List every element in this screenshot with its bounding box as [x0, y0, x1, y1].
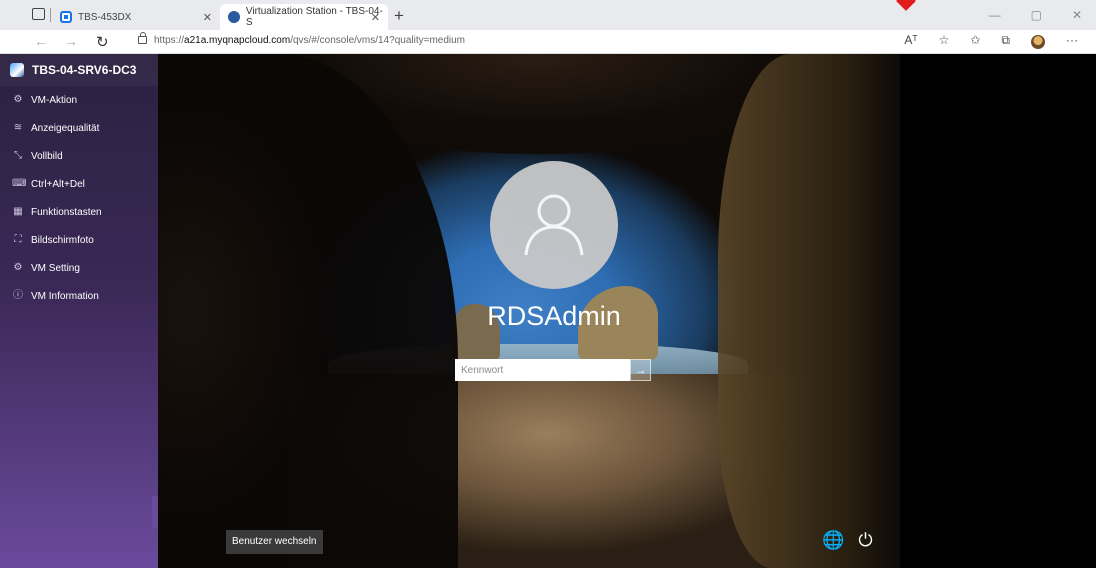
- tab-title: Virtualization Station - TBS-04-S: [245, 6, 383, 28]
- url-prefix: https://: [154, 35, 185, 46]
- forward-icon[interactable]: →: [64, 33, 78, 49]
- add-favorite-icon[interactable]: ☆: [939, 33, 950, 49]
- screenshot-icon: ⛶: [14, 234, 22, 245]
- vm-icon: [10, 63, 24, 77]
- restore-icon[interactable]: ▢: [1031, 8, 1042, 22]
- sidebar-item-label: Ctrl+Alt+Del: [31, 178, 85, 190]
- sidebar-item-vm-information[interactable]: ⓘ VM Information: [0, 282, 158, 310]
- power-icon[interactable]: ⏻: [858, 530, 872, 551]
- collections-icon[interactable]: ⧉: [1001, 33, 1010, 49]
- tab-actions-icon[interactable]: [32, 8, 45, 20]
- sidebar-item-label: Anzeigequalität: [31, 122, 100, 134]
- url-host: a21a.myqnapcloud.com: [184, 35, 291, 46]
- vm-console-screen[interactable]: RDSAdmin → Benutzer wechseln 🌐 ⏻: [158, 54, 900, 568]
- back-icon[interactable]: ←: [34, 33, 48, 49]
- window-controls: — ▢ ✕: [989, 8, 1082, 22]
- sidebar-item-ctrl-alt-del[interactable]: ⌨ Ctrl+Alt+Del: [0, 170, 158, 198]
- vm-header: TBS-04-SRV6-DC3: [0, 54, 158, 86]
- reload-icon[interactable]: ↻: [96, 33, 109, 51]
- close-window-icon[interactable]: ✕: [1072, 8, 1082, 22]
- browser-toolbar: Aᵀ ☆ ✩ ⧉ ···: [904, 33, 1078, 49]
- address-bar: ← → ↻ https://a21a.myqnapcloud.com/qvs/#…: [0, 30, 1096, 54]
- favorites-icon[interactable]: ✩: [970, 33, 980, 49]
- user-avatar: [490, 161, 618, 289]
- fullscreen-icon: ⤡: [14, 150, 22, 161]
- sidebar-item-label: VM Setting: [31, 262, 80, 274]
- network-icon[interactable]: 🌐: [822, 530, 844, 551]
- tab-title: TBS-453DX: [78, 11, 132, 23]
- sidebar-item-anzeigequalitaet[interactable]: ≋ Anzeigequalität: [0, 114, 158, 142]
- profile-icon[interactable]: [1031, 35, 1045, 49]
- sidebar-item-label: VM-Aktion: [31, 94, 78, 106]
- gear-icon: ⚙: [13, 262, 23, 273]
- display-quality-icon: ≋: [13, 122, 23, 133]
- minimize-icon[interactable]: —: [989, 8, 1001, 22]
- sidebar-item-label: Bildschirmfoto: [31, 234, 94, 246]
- sidebar-item-label: Vollbild: [31, 150, 63, 162]
- close-icon[interactable]: ✕: [371, 11, 380, 24]
- sidebar-item-label: Funktionstasten: [31, 206, 102, 218]
- tab-tbs-453dx[interactable]: TBS-453DX ✕: [52, 4, 220, 30]
- more-icon[interactable]: ···: [1066, 33, 1078, 49]
- sidebar-item-vm-aktion[interactable]: ⚙ VM-Aktion: [0, 86, 158, 114]
- switch-user-button[interactable]: Benutzer wechseln: [226, 530, 323, 554]
- virtualization-favicon-icon: [228, 11, 240, 23]
- sidebar-item-funktionstasten[interactable]: ▦ Funktionstasten: [0, 198, 158, 226]
- tab-virtualization-station[interactable]: Virtualization Station - TBS-04-S ✕: [220, 4, 388, 30]
- close-icon[interactable]: ✕: [203, 11, 212, 24]
- info-icon: ⓘ: [13, 290, 23, 301]
- sidebar-item-vollbild[interactable]: ⤡ Vollbild: [0, 142, 158, 170]
- browser-tab-bar: TBS-453DX ✕ Virtualization Station - TBS…: [0, 0, 1096, 30]
- vm-name: TBS-04-SRV6-DC3: [32, 63, 137, 77]
- read-aloud-icon[interactable]: Aᵀ: [904, 33, 917, 49]
- red-marker: [896, 0, 916, 11]
- new-tab-icon[interactable]: +: [394, 6, 404, 26]
- function-keys-icon: ▦: [13, 206, 23, 217]
- divider: [50, 8, 51, 22]
- url-path: /qvs/#/console/vms/14?quality=medium: [290, 35, 466, 46]
- submit-arrow-button[interactable]: →: [630, 359, 651, 381]
- password-row: →: [455, 359, 651, 381]
- vm-sidebar: TBS-04-SRV6-DC3 ⚙ VM-Aktion ≋ Anzeigequa…: [0, 54, 158, 568]
- user-icon: [524, 194, 584, 256]
- password-field[interactable]: [455, 359, 630, 381]
- sidebar-item-vm-setting[interactable]: ⚙ VM Setting: [0, 254, 158, 282]
- background-cave: [718, 54, 900, 568]
- login-bottom-icons: 🌐 ⏻: [822, 530, 873, 551]
- qnap-favicon-icon: [60, 11, 72, 23]
- keyboard-icon: ⌨: [12, 178, 27, 189]
- url-field[interactable]: https://a21a.myqnapcloud.com/qvs/#/conso…: [154, 35, 465, 46]
- sidebar-item-bildschirmfoto[interactable]: ⛶ Bildschirmfoto: [0, 226, 158, 254]
- vm-action-icon: ⚙: [13, 94, 23, 105]
- lock-icon[interactable]: [138, 32, 147, 44]
- username: RDSAdmin: [487, 301, 621, 331]
- sidebar-item-label: VM Information: [31, 290, 99, 302]
